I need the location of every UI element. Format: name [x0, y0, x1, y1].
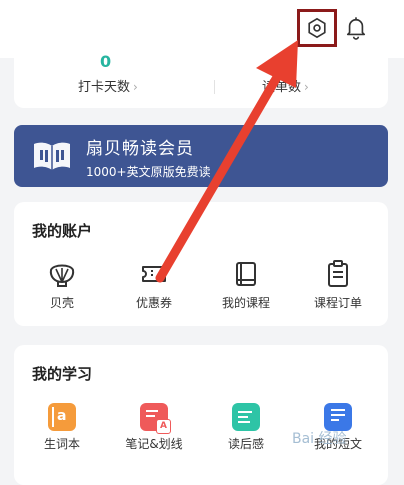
coupon-icon: [142, 266, 166, 282]
checkin-days-label: 打卡天数: [78, 80, 131, 95]
review-icon: [232, 403, 260, 431]
study-item-label: 读后感: [227, 437, 264, 451]
account-card: 我的账户 贝壳 优惠券 我的课程 课程订单: [14, 202, 388, 326]
settings-button[interactable]: [297, 9, 337, 47]
course-book-icon: [236, 262, 256, 286]
account-item-course[interactable]: 我的课程: [206, 258, 286, 311]
account-item-shell[interactable]: 贝壳: [22, 258, 102, 311]
read-count-label: 读单数: [262, 80, 302, 95]
essay-icon: [324, 403, 352, 431]
read-count-link[interactable]: 读单数 ›: [262, 76, 309, 95]
chevron-right-icon: ›: [133, 80, 138, 94]
stats-card: 0 打卡天数 › 读单数 ›: [14, 52, 388, 108]
stats-divider: [214, 80, 215, 94]
account-item-label: 贝壳: [49, 296, 74, 310]
checkin-days-link[interactable]: 打卡天数 ›: [78, 76, 138, 95]
notifications-button[interactable]: [340, 11, 372, 45]
study-item-label: 生词本: [43, 437, 80, 451]
order-clipboard-icon: [328, 260, 348, 287]
member-title: 扇贝畅读会员: [86, 139, 194, 159]
account-item-label: 我的课程: [221, 296, 270, 310]
notes-icon: A: [140, 403, 171, 434]
study-section-title: 我的学习: [32, 365, 93, 383]
settings-icon: [308, 17, 326, 39]
account-item-label: 优惠券: [135, 296, 172, 310]
study-item-label: 笔记&划线: [125, 437, 183, 451]
study-item-vocab[interactable]: a 生词本: [22, 403, 102, 452]
open-book-icon: [34, 142, 70, 170]
bell-icon: [346, 17, 366, 40]
chevron-right-icon: ›: [304, 80, 309, 94]
member-banner[interactable]: 扇贝畅读会员 1000+英文原版免费读: [14, 125, 388, 187]
checkin-days-value: 0: [100, 52, 112, 71]
account-item-label: 课程订单: [313, 296, 362, 310]
shell-icon: [49, 264, 75, 287]
account-section-title: 我的账户: [32, 222, 93, 240]
vocab-book-icon: a: [48, 403, 76, 431]
member-subtitle: 1000+英文原版免费读: [86, 165, 211, 179]
study-item-review[interactable]: 读后感: [206, 403, 286, 452]
top-bar: [0, 0, 404, 58]
study-item-notes[interactable]: A 笔记&划线: [114, 403, 194, 452]
watermark: Bai 经验: [292, 431, 347, 447]
account-item-coupon[interactable]: 优惠券: [114, 258, 194, 311]
account-item-orders[interactable]: 课程订单: [298, 258, 378, 311]
study-card: 我的学习 a 生词本 A 笔记&划线 读后感 我的短文: [14, 345, 388, 485]
